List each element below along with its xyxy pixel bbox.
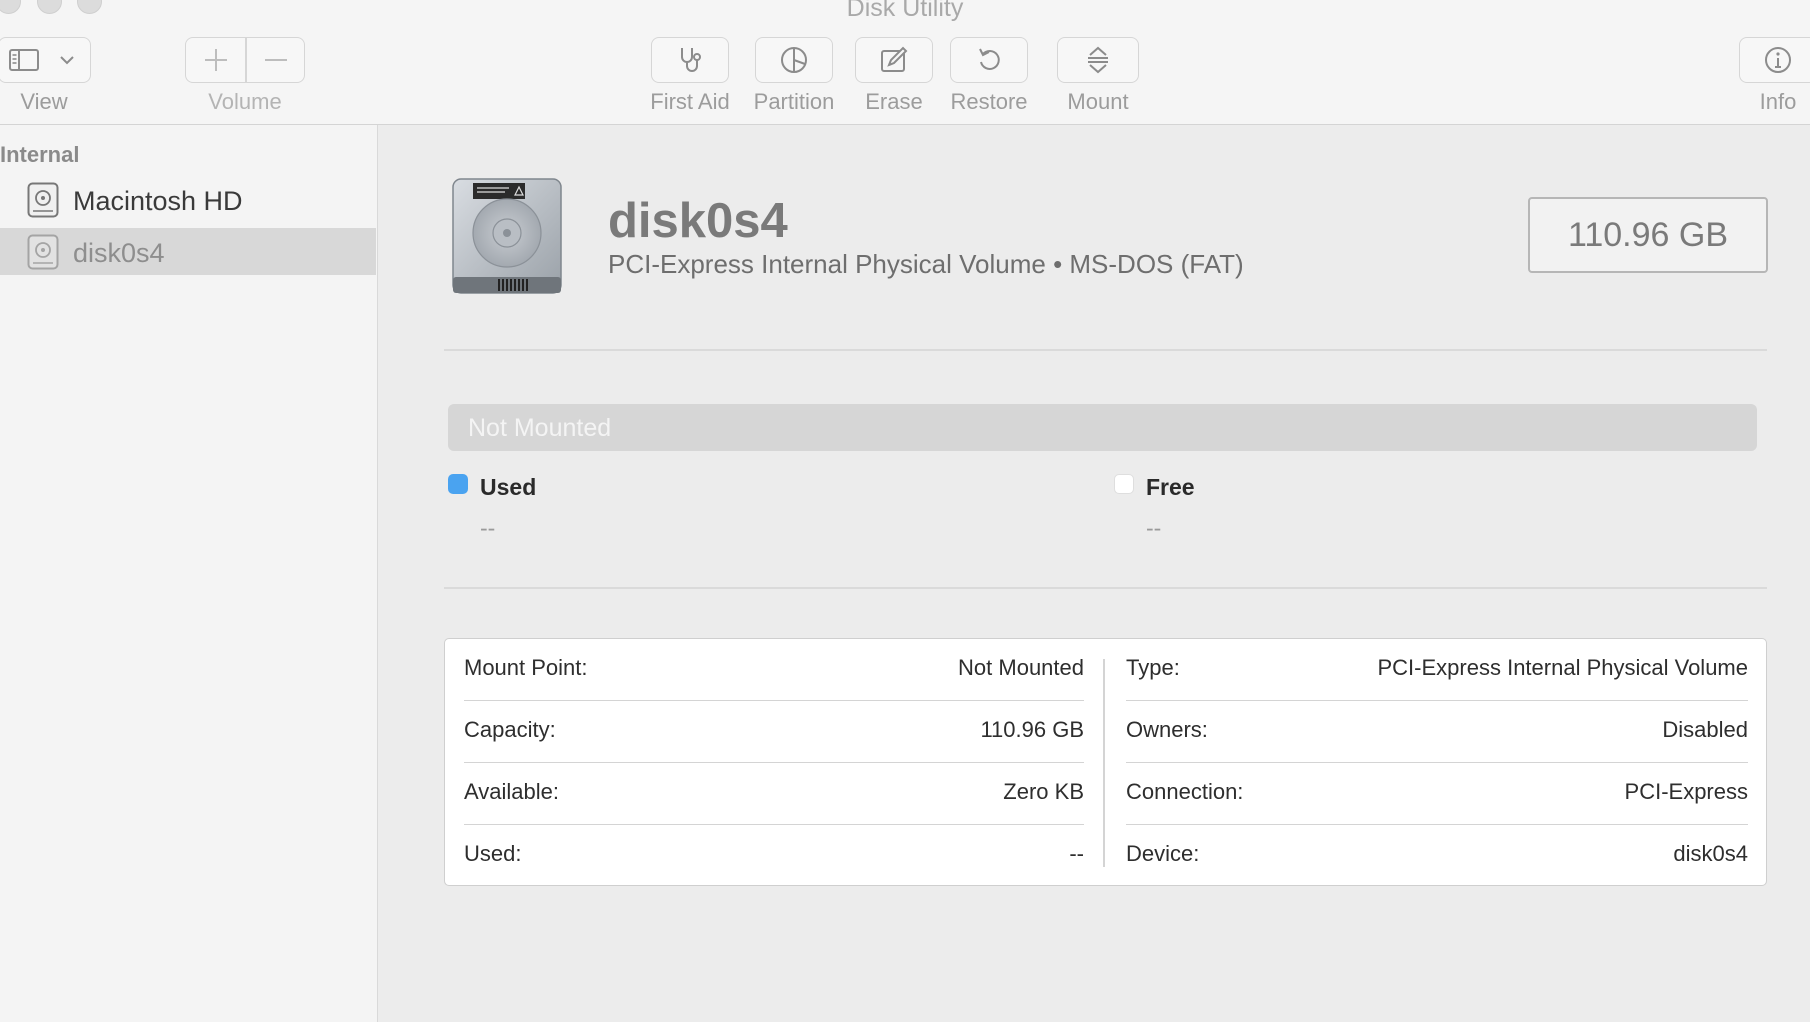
info-key: Capacity:	[464, 717, 556, 742]
info-value: Zero KB	[1003, 779, 1084, 804]
info-icon	[1763, 45, 1793, 75]
info-value: disk0s4	[1673, 841, 1748, 866]
volume-description: PCI-Express Internal Physical Volume • M…	[608, 249, 1244, 279]
free-swatch	[1114, 474, 1134, 494]
free-label: Free	[1146, 474, 1195, 500]
info-button[interactable]	[1739, 37, 1810, 83]
info-value: 110.96 GB	[980, 717, 1084, 742]
first-aid-label: First Aid	[650, 89, 730, 114]
chevron-down-icon	[59, 55, 75, 65]
view-button[interactable]	[0, 37, 91, 83]
restore-arrow-icon	[974, 45, 1004, 75]
sidebar-item-disk0s4[interactable]: disk0s4	[0, 228, 376, 275]
info-key: Owners:	[1126, 717, 1208, 742]
info-row-device: Device: disk0s4	[1126, 825, 1748, 887]
info-key: Used:	[464, 841, 522, 866]
sidebar-item-macintosh-hd[interactable]: Macintosh HD	[0, 176, 376, 223]
sidebar-section-internal: Internal	[0, 142, 80, 167]
partition-label: Partition	[753, 89, 835, 114]
info-key: Mount Point:	[464, 655, 588, 680]
info-key: Type:	[1126, 655, 1180, 680]
stethoscope-icon	[675, 45, 705, 75]
info-column-divider	[1103, 659, 1105, 867]
sidebar-item-label: disk0s4	[73, 238, 165, 268]
info-row-available: Available: Zero KB	[464, 763, 1084, 825]
view-label: View	[20, 89, 68, 114]
info-value: Not Mounted	[958, 655, 1084, 680]
pencil-eraser-icon	[879, 45, 909, 75]
partition-button[interactable]	[755, 37, 833, 83]
hard-drive-icon	[27, 234, 59, 270]
info-row-type: Type: PCI-Express Internal Physical Volu…	[1126, 639, 1748, 701]
volume-segmented-control	[185, 37, 305, 83]
divider	[444, 349, 1767, 351]
sidebar: Internal Macintosh HD disk0s4	[0, 125, 378, 1022]
used-value: --	[480, 515, 496, 541]
volume-size-badge: 110.96 GB	[1528, 197, 1768, 273]
sidebar-toggle-icon	[9, 49, 39, 71]
plus-icon	[203, 47, 229, 73]
pie-chart-icon	[779, 45, 809, 75]
volume-name: disk0s4	[608, 194, 788, 248]
window-title: Disk Utility	[846, 0, 964, 22]
mount-button[interactable]	[1057, 37, 1139, 83]
info-value: PCI-Express	[1624, 779, 1748, 804]
info-key: Connection:	[1126, 779, 1244, 804]
usage-status: Not Mounted	[468, 414, 612, 442]
info-key: Device:	[1126, 841, 1200, 866]
info-value: PCI-Express Internal Physical Volume	[1377, 655, 1749, 680]
divider	[444, 587, 1767, 589]
mount-icon	[1083, 45, 1113, 75]
hard-drive-icon	[27, 182, 59, 218]
restore-label: Restore	[950, 89, 1028, 114]
info-value: Disabled	[1662, 717, 1748, 742]
info-value: --	[1069, 841, 1084, 866]
first-aid-button[interactable]	[651, 37, 729, 83]
sidebar-item-label: Macintosh HD	[73, 186, 243, 216]
usage-bar: Not Mounted	[448, 404, 1757, 451]
used-swatch	[448, 474, 468, 494]
info-key: Available:	[464, 779, 559, 804]
info-label: Info	[1759, 89, 1797, 114]
used-label: Used	[480, 474, 537, 500]
volume-info-table: Mount Point: Not Mounted Capacity: 110.9…	[444, 638, 1767, 886]
minus-icon	[263, 47, 289, 73]
info-row-owners: Owners: Disabled	[1126, 701, 1748, 763]
info-row-connection: Connection: PCI-Express	[1126, 763, 1748, 825]
restore-button[interactable]	[950, 37, 1028, 83]
remove-volume-button[interactable]	[246, 38, 305, 82]
info-row-capacity: Capacity: 110.96 GB	[464, 701, 1084, 763]
info-row-used: Used: --	[464, 825, 1084, 887]
toolbar: Disk Utility View Volume First Aid Parti…	[0, 0, 1810, 125]
volume-label: Volume	[208, 89, 282, 114]
info-row-mount-point: Mount Point: Not Mounted	[464, 639, 1084, 701]
internal-hard-drive-icon	[449, 175, 565, 299]
free-value: --	[1146, 515, 1162, 541]
erase-label: Erase	[865, 89, 923, 114]
add-volume-button[interactable]	[186, 38, 245, 82]
mount-label: Mount	[1067, 89, 1129, 114]
erase-button[interactable]	[855, 37, 933, 83]
volume-detail-pane: disk0s4 PCI-Express Internal Physical Vo…	[379, 125, 1810, 1022]
